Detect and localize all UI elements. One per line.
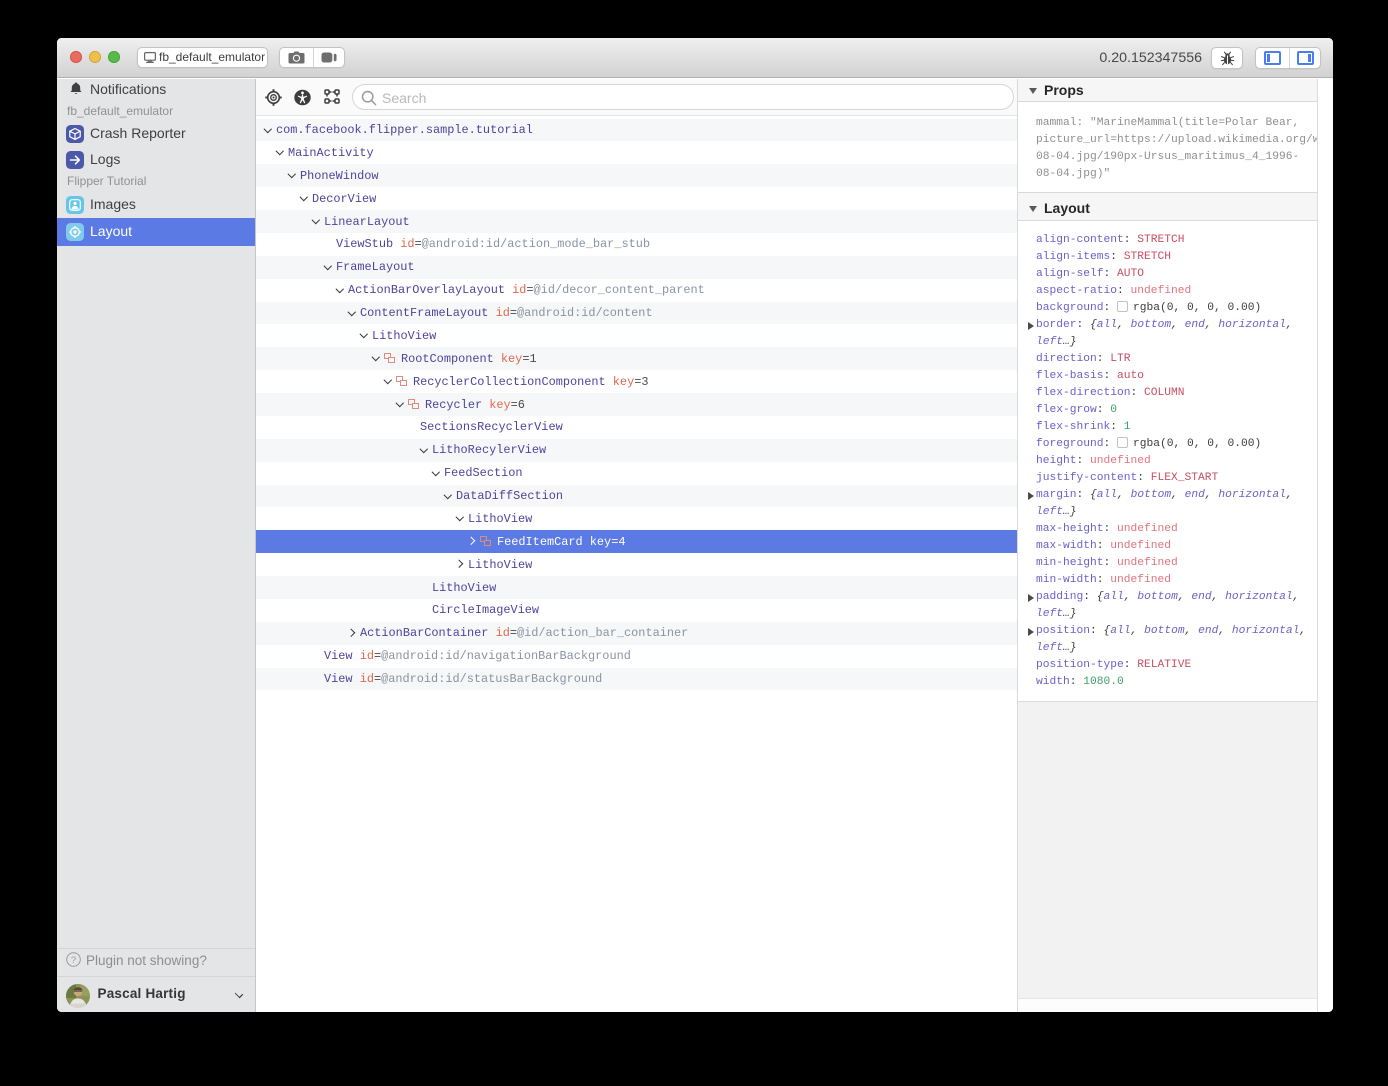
- svg-text:?: ?: [71, 955, 76, 966]
